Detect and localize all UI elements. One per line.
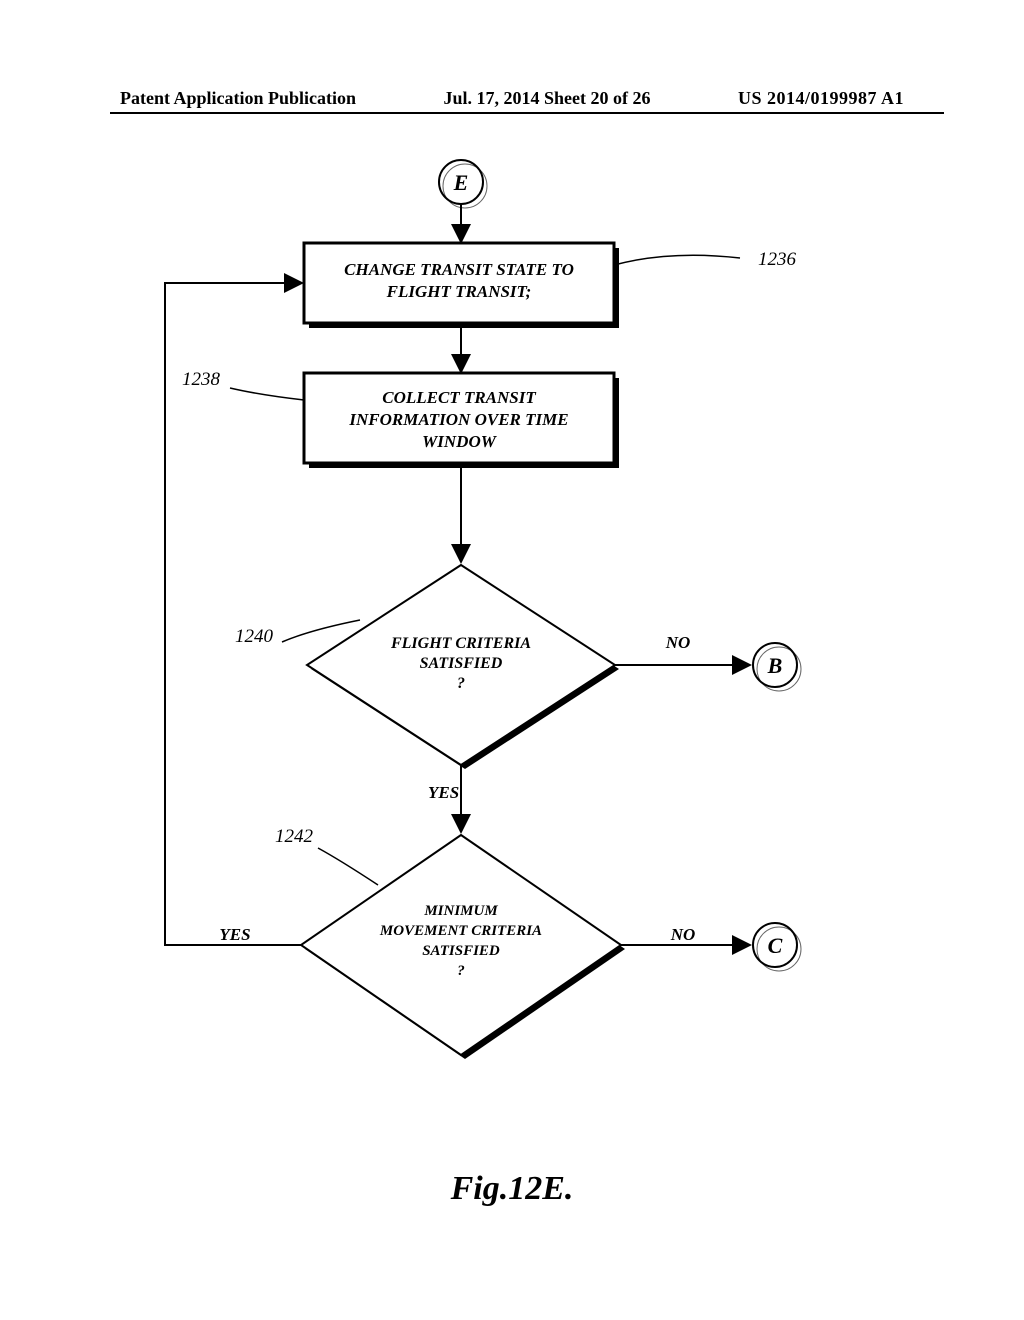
decision-1242-line3: SATISFIED	[422, 943, 500, 959]
box-1238-line1: COLLECT TRANSIT	[382, 388, 536, 407]
decision-1240-line1: FLIGHT CRITERIA	[390, 635, 531, 652]
decision-1242: MINIMUM MOVEMENT CRITERIA SATISFIED ?	[301, 835, 625, 1059]
patent-page: Patent Application Publication Jul. 17, …	[0, 0, 1024, 1320]
connector-c-label: C	[768, 933, 783, 958]
decision-1240-line2: SATISFIED	[420, 655, 503, 672]
connector-e-label: E	[453, 170, 469, 195]
process-box-1238: COLLECT TRANSIT INFORMATION OVER TIME WI…	[304, 373, 619, 468]
header-left: Patent Application Publication	[120, 88, 356, 109]
connector-c: C	[753, 923, 801, 971]
header-center: Jul. 17, 2014 Sheet 20 of 26	[444, 88, 651, 109]
decision-1240: FLIGHT CRITERIA SATISFIED ?	[307, 565, 619, 769]
ref-1238: 1238	[182, 369, 221, 390]
branch-1242-yes: YES	[219, 925, 250, 944]
box-1238-line3: WINDOW	[422, 432, 498, 451]
box-1238-line2: INFORMATION OVER TIME	[348, 410, 568, 429]
box-1236-line1: CHANGE TRANSIT STATE TO	[344, 260, 574, 279]
connector-e: E	[439, 160, 487, 208]
decision-1242-line2: MOVEMENT CRITERIA	[379, 923, 542, 939]
branch-1240-yes: YES	[428, 783, 459, 802]
branch-1240-no: NO	[665, 633, 691, 652]
header-right: US 2014/0199987 A1	[738, 88, 904, 109]
process-box-1236: CHANGE TRANSIT STATE TO FLIGHT TRANSIT;	[304, 243, 619, 328]
page-header: Patent Application Publication Jul. 17, …	[0, 88, 1024, 109]
connector-b: B	[753, 643, 801, 691]
flowchart: E CHANGE TRANSIT STATE TO FLIGHT TRANSIT…	[0, 140, 1024, 1140]
box-1236-line2: FLIGHT TRANSIT;	[386, 282, 532, 301]
header-rule	[110, 112, 944, 114]
decision-1240-line3: ?	[457, 675, 465, 692]
ref-1236: 1236	[758, 249, 797, 270]
ref-1242: 1242	[275, 826, 314, 847]
connector-b-label: B	[767, 653, 783, 678]
figure-caption: Fig.12E.	[0, 1170, 1024, 1208]
decision-1242-line1: MINIMUM	[423, 903, 498, 919]
branch-1242-no: NO	[670, 925, 696, 944]
ref-1240: 1240	[235, 626, 274, 647]
decision-1242-line4: ?	[457, 963, 465, 979]
